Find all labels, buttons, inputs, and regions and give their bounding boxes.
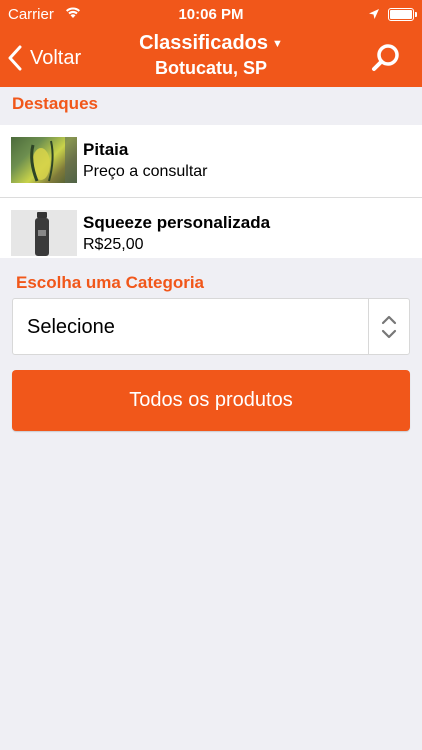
product-name: Squeeze personalizada: [83, 213, 271, 232]
status-bar: Carrier 10:06 PM: [0, 0, 422, 30]
location-subtitle: Botucatu, SP: [154, 58, 267, 78]
product-price: Preço a consultar: [83, 163, 208, 180]
page-title: Classificados: [139, 32, 269, 54]
all-products-button[interactable]: Todos os produtos: [12, 370, 410, 431]
list-item[interactable]: Pitaia Preço a consultar: [0, 125, 422, 198]
highlights-list: Pitaia Preço a consultar Squeeze persona…: [0, 125, 422, 258]
back-button[interactable]: Voltar: [8, 38, 81, 78]
caret-down-icon: ▼: [272, 37, 283, 50]
chevron-left-icon: [8, 45, 22, 71]
back-label: Voltar: [30, 46, 82, 69]
highlights-heading: Destaques: [12, 94, 98, 113]
up-down-chevron-icon: [381, 315, 397, 344]
category-select-value: Selecione: [27, 316, 115, 338]
clock: 10:06 PM: [178, 6, 244, 23]
search-icon: [372, 44, 399, 71]
search-button[interactable]: [370, 42, 402, 74]
title-block: Classificados ▼ Botucatu, SP: [120, 32, 302, 79]
section-dropdown[interactable]: Classificados ▼: [139, 32, 283, 55]
product-thumbnail: [11, 137, 77, 183]
navigation-bar: Voltar Classificados ▼ Botucatu, SP: [0, 30, 422, 87]
category-heading: Escolha uma Categoria: [16, 273, 205, 292]
list-item[interactable]: Squeeze personalizada R$25,00: [0, 198, 422, 258]
product-price: R$25,00: [83, 236, 144, 253]
select-divider: [368, 299, 369, 354]
battery-icon: [388, 8, 417, 21]
product-thumbnail: [11, 210, 77, 256]
category-select[interactable]: Selecione: [12, 298, 410, 355]
location-arrow-icon: [368, 7, 380, 24]
product-name: Pitaia: [83, 140, 129, 159]
